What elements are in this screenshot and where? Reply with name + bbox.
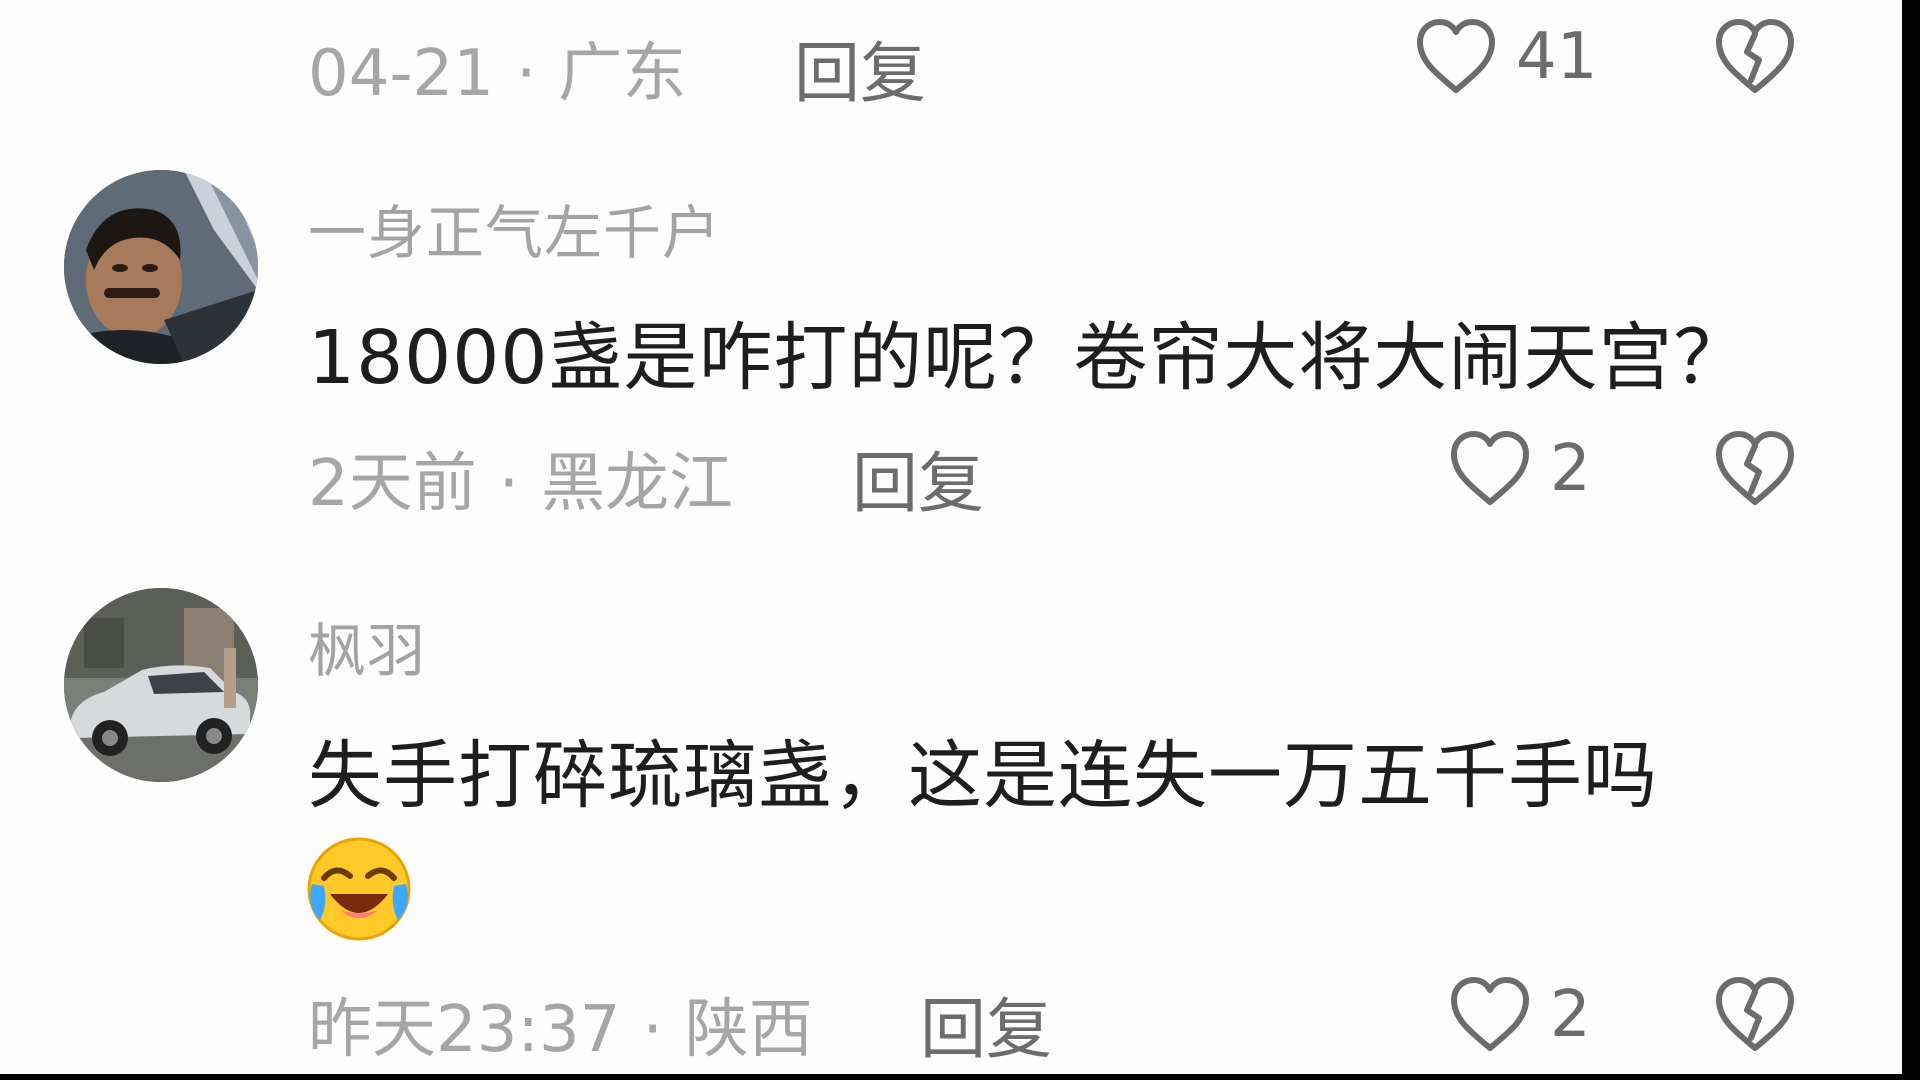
broken-heart-icon[interactable] (1713, 18, 1797, 96)
reply-button[interactable]: 回复 (920, 976, 1052, 1072)
comment-meta: 2天前 · 黑龙江 (308, 432, 733, 524)
comment-text: 失手打碎琉璃盏，这是连失一万五千手吗 (308, 733, 1658, 819)
reply-button[interactable]: 回复 (852, 430, 984, 526)
broken-heart-icon[interactable] (1713, 976, 1797, 1054)
username[interactable]: 一身正气左千户 (308, 186, 721, 270)
user-avatar[interactable] (64, 588, 258, 782)
comment-date: 04-21 (308, 37, 494, 111)
comment-text: 18000盏是咋打的呢？卷帘大将大闹天宫？ (308, 315, 1749, 401)
meta-separator: · (498, 447, 520, 521)
comment-item: 枫羽 失手打碎琉璃盏，这是连失一万五千手吗 昨天23:37 · 陕西 回复 2 (0, 578, 1902, 1074)
screen-border-right (1902, 0, 1920, 1080)
heart-outline-icon (1417, 19, 1495, 93)
reply-button[interactable]: 回复 (794, 20, 926, 116)
comment-location: 黑龙江 (541, 447, 734, 521)
heart-outline-icon (1451, 977, 1529, 1051)
comment-item: 一身正气左千户 18000盏是咋打的呢？卷帘大将大闹天宫？ 2天前 · 黑龙江 回复… (0, 160, 1902, 540)
meta-separator: · (515, 37, 537, 111)
like-button[interactable]: 2 (1448, 976, 1591, 1054)
heart-outline-icon (1451, 431, 1529, 505)
broken-heart-icon[interactable] (1713, 430, 1797, 508)
comment-date: 昨天23:37 (308, 993, 621, 1067)
comment-meta: 04-21 · 广东 (308, 22, 686, 114)
avatar-car-image (64, 588, 258, 782)
like-count: 41 (1516, 20, 1598, 94)
like-button[interactable]: 2 (1448, 430, 1591, 508)
laugh-crying-emoji (307, 837, 411, 941)
screen-border-bottom (0, 1074, 1920, 1080)
comment-location: 广东 (558, 37, 687, 111)
comment-location: 陕西 (684, 993, 813, 1067)
like-count: 2 (1550, 978, 1591, 1052)
meta-separator: · (642, 993, 663, 1067)
comment-meta: 昨天23:37 · 陕西 (308, 978, 813, 1070)
like-button[interactable]: 41 (1414, 18, 1597, 96)
comment-list: 04-21 · 广东 回复 41 一身正气左千户 18000盏是咋打的呢？卷帘大… (0, 0, 1902, 1074)
user-avatar[interactable] (64, 170, 258, 364)
like-count: 2 (1550, 432, 1591, 506)
comment-date: 2天前 (308, 447, 477, 521)
username[interactable]: 枫羽 (308, 604, 426, 688)
avatar-man-image (64, 170, 258, 364)
comment-item: 04-21 · 广东 回复 41 (0, 0, 1902, 120)
